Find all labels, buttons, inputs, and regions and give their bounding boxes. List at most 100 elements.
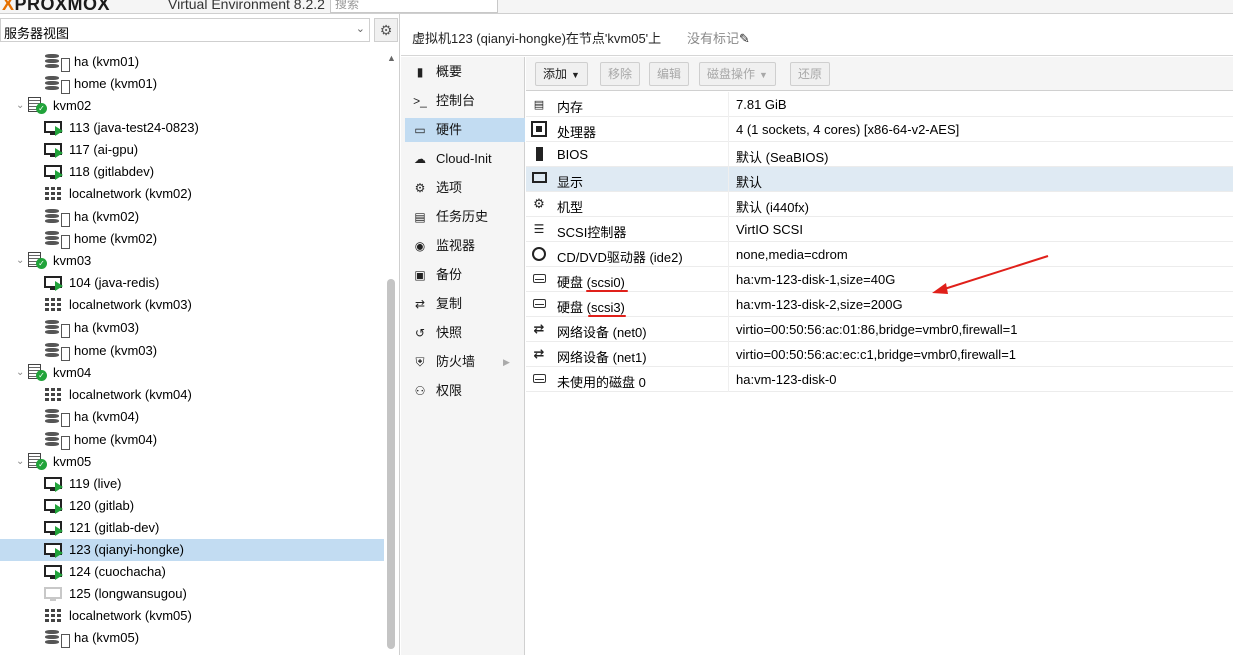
hardware-toolbar: 添加 ▼ 移除 编辑 磁盘操作 ▼ 还原 — [526, 57, 1233, 91]
tree-item[interactable]: ha (kvm01) — [0, 51, 384, 73]
scroll-up-icon[interactable]: ▲ — [387, 53, 396, 63]
hardware-name: 硬盘 (scsi3) — [557, 300, 625, 315]
expand-arrow-icon[interactable]: ⌄ — [16, 451, 24, 473]
view-selector[interactable]: 服务器视图 ⌄ — [0, 18, 370, 42]
hardware-row[interactable]: 处理器 4 (1 sockets, 4 cores) [x86-64-v2-AES… — [526, 117, 1233, 142]
hardware-name: 硬盘 (scsi0) — [557, 275, 625, 290]
edit-button[interactable]: 编辑 — [649, 62, 690, 86]
tree-item[interactable]: 119 (live) — [0, 473, 384, 495]
nav-item[interactable]: >_ 控制台 — [405, 89, 525, 113]
tree-item[interactable]: home (kvm04) — [0, 429, 384, 451]
book-icon: ▮ — [416, 65, 424, 79]
nav-item[interactable]: ▮ 概要 — [405, 60, 525, 84]
tree-item[interactable]: 125 (longwansugou) — [0, 583, 384, 605]
storage-icon — [45, 343, 70, 361]
tree-item-label: 120 (gitlab) — [69, 498, 135, 513]
scrollbar-thumb[interactable] — [387, 279, 395, 649]
hardware-row[interactable]: 未使用的磁盘 0 ha:vm-123-disk-0 — [526, 367, 1233, 392]
tree-item[interactable]: ⌄ ✓ kvm03 — [0, 250, 384, 272]
tree-item[interactable]: 113 (java-test24-0823) — [0, 117, 384, 139]
column-divider — [728, 292, 729, 317]
tags-edit[interactable]: 没有标记✎ — [687, 28, 750, 47]
chevron-right-icon[interactable]: ▶ — [503, 350, 510, 374]
column-divider — [728, 217, 729, 242]
tree-item[interactable]: 104 (java-redis) — [0, 272, 384, 294]
storage-icon — [45, 432, 70, 450]
tree-item-label: ha (kvm04) — [74, 409, 140, 424]
tree-item[interactable]: localnetwork (kvm04) — [0, 384, 384, 406]
add-button[interactable]: 添加 ▼ — [535, 62, 588, 86]
hardware-row[interactable]: 硬盘 (scsi0) ha:vm-123-disk-1,size=40G — [526, 267, 1233, 292]
disk-action-button[interactable]: 磁盘操作 ▼ — [699, 62, 776, 86]
storage-icon — [45, 409, 70, 427]
remove-button[interactable]: 移除 — [600, 62, 641, 86]
tree-item[interactable]: 117 (ai-gpu) — [0, 139, 384, 161]
hardware-value: ha:vm-123-disk-2,size=200G — [736, 297, 903, 312]
tree-item[interactable]: ⌄ ✓ kvm02 — [0, 95, 384, 117]
nav-item-label: Cloud-Init — [436, 151, 492, 166]
tree-item[interactable]: ha (kvm04) — [0, 406, 384, 428]
expand-arrow-icon[interactable]: ⌄ — [16, 250, 24, 272]
tree-scrollbar[interactable]: ▲ — [384, 51, 398, 655]
pencil-icon[interactable]: ✎ — [739, 31, 750, 46]
hardware-row[interactable]: ▤ 内存 7.81 GiB — [526, 92, 1233, 117]
tree-item[interactable]: 121 (gitlab-dev) — [0, 517, 384, 539]
tree-item-label: localnetwork (kvm04) — [69, 387, 192, 402]
nav-item[interactable]: ⚇ 权限 — [405, 379, 525, 403]
hardware-row[interactable]: ☰ SCSI控制器 VirtIO SCSI — [526, 217, 1233, 242]
tree-item[interactable]: home (kvm03) — [0, 340, 384, 362]
tree-item[interactable]: 123 (qianyi-hongke) — [0, 539, 384, 561]
tree-item[interactable]: ⌄ ✓ kvm05 — [0, 451, 384, 473]
network-grid-icon — [45, 298, 61, 314]
tree-item[interactable]: 118 (gitlabdev) — [0, 161, 384, 183]
hardware-row[interactable]: BIOS 默认 (SeaBIOS) — [526, 142, 1233, 167]
tree-item[interactable]: ⌄ ✓ kvm04 — [0, 362, 384, 384]
tree-item[interactable]: 120 (gitlab) — [0, 495, 384, 517]
hdd-icon — [531, 271, 547, 287]
nav-item[interactable]: ▭ 硬件 — [405, 118, 525, 142]
cpu-icon — [531, 121, 547, 137]
tree-item[interactable]: localnetwork (kvm05) — [0, 605, 384, 627]
search-input[interactable]: 搜索 — [330, 0, 498, 13]
expand-arrow-icon[interactable]: ⌄ — [16, 362, 24, 384]
network-icon: ⇄ — [533, 321, 545, 336]
tree-item-label: kvm03 — [53, 253, 92, 268]
nav-item[interactable]: ⚙ 选项 — [405, 176, 525, 200]
tree-item[interactable]: localnetwork (kvm03) — [0, 294, 384, 316]
nav-item[interactable]: ◉ 监视器 — [405, 234, 525, 258]
revert-button[interactable]: 还原 — [790, 62, 831, 86]
machine-icon: ⚙ — [533, 196, 545, 211]
hardware-row[interactable]: ⇄ 网络设备 (net1) virtio=00:50:56:ac:ec:c1,bri… — [526, 342, 1233, 367]
expand-arrow-icon[interactable]: ⌄ — [16, 95, 24, 117]
gear-icon[interactable]: ⚙ — [374, 18, 398, 42]
proxmox-logo[interactable]: XPROXMOX — [2, 0, 110, 13]
hardware-row[interactable]: ⚙ 机型 默认 (i440fx) — [526, 192, 1233, 217]
tree-item[interactable]: 124 (cuochacha) — [0, 561, 384, 583]
tree-item[interactable]: ha (kvm02) — [0, 206, 384, 228]
column-divider — [728, 117, 729, 142]
nav-item[interactable]: ☁ Cloud-Init — [405, 147, 525, 171]
tree-item[interactable]: ha (kvm03) — [0, 317, 384, 339]
resource-tree: ha (kvm01) home (kvm01) ⌄ ✓ kvm02 113 (java-t… — [0, 51, 384, 655]
nav-item[interactable]: ▤ 任务历史 — [405, 205, 525, 229]
content-header: 虚拟机123 (qianyi-hongke)在节点'kvm05'上 没有标记✎ — [401, 14, 1233, 56]
hardware-row[interactable]: ⇄ 网络设备 (net0) virtio=00:50:56:ac:01:86,bri… — [526, 317, 1233, 342]
tree-item[interactable]: home (kvm02) — [0, 228, 384, 250]
tree-item-label: home (kvm01) — [74, 76, 158, 91]
tree-item[interactable]: localnetwork (kvm02) — [0, 183, 384, 205]
hardware-row[interactable]: CD/DVD驱动器 (ide2) none,media=cdrom — [526, 242, 1233, 267]
tree-item-label: ha (kvm01) — [74, 54, 140, 69]
tree-item[interactable]: ha (kvm05) — [0, 627, 384, 649]
nav-item[interactable]: ▣ 备份 — [405, 263, 525, 287]
nav-item[interactable]: ↺ 快照 — [405, 321, 525, 345]
hardware-row[interactable]: 显示 默认 — [526, 167, 1233, 192]
nav-item[interactable]: ⛨ 防火墙 ▶ — [405, 350, 525, 374]
nav-item[interactable]: ⇄ 复制 — [405, 292, 525, 316]
chevron-down-icon[interactable]: ⌄ — [356, 22, 365, 35]
tree-item[interactable]: home (kvm01) — [0, 73, 384, 95]
hardware-row[interactable]: 硬盘 (scsi3) ha:vm-123-disk-2,size=200G — [526, 292, 1233, 317]
tree-item-label: 121 (gitlab-dev) — [69, 520, 160, 535]
desktop-icon: ▭ — [414, 123, 426, 137]
vm-stopped-icon — [44, 586, 62, 602]
remove-button-label: 移除 — [608, 67, 633, 81]
